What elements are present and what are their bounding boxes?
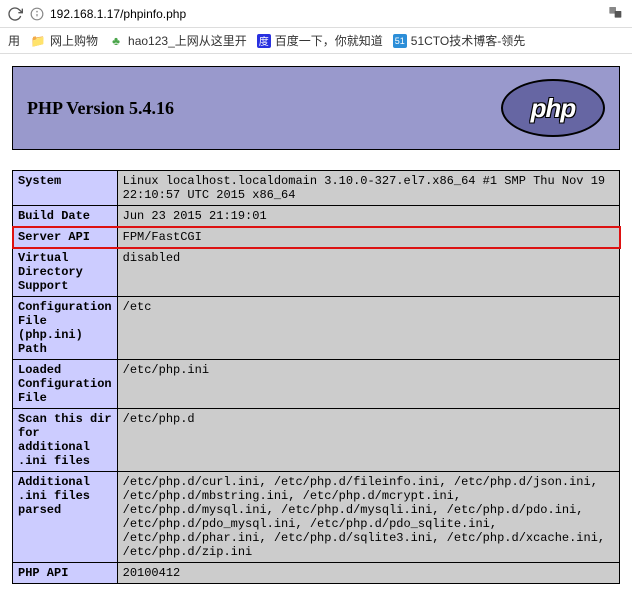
php-logo: php xyxy=(501,79,605,137)
table-row-highlighted: Server API FPM/FastCGI xyxy=(13,227,620,248)
row-value: disabled xyxy=(117,248,619,297)
row-value: Jun 23 2015 21:19:01 xyxy=(117,206,619,227)
table-row: Virtual Directory Support disabled xyxy=(13,248,620,297)
url-bar[interactable]: 192.168.1.17/phpinfo.php xyxy=(30,7,602,21)
bookmark-label: hao123_上网从这里开 xyxy=(128,32,247,49)
reload-button[interactable] xyxy=(6,5,24,23)
bookmark-shopping[interactable]: 📁 网上购物 xyxy=(30,32,98,49)
cto-icon: 51 xyxy=(393,34,407,48)
table-row: System Linux localhost.localdomain 3.10.… xyxy=(13,171,620,206)
translate-button[interactable] xyxy=(608,5,626,23)
table-row: Build Date Jun 23 2015 21:19:01 xyxy=(13,206,620,227)
translate-icon xyxy=(608,5,624,21)
table-row: Additional .ini files parsed /etc/php.d/… xyxy=(13,472,620,563)
browser-toolbar: 192.168.1.17/phpinfo.php xyxy=(0,0,632,28)
row-label: Server API xyxy=(13,227,118,248)
row-value: FPM/FastCGI xyxy=(117,227,619,248)
bookmark-label: 网上购物 xyxy=(50,32,98,49)
row-value: /etc xyxy=(117,297,619,360)
php-logo-text: php xyxy=(531,93,576,124)
reload-icon xyxy=(7,6,23,22)
phpinfo-table: System Linux localhost.localdomain 3.10.… xyxy=(12,170,620,584)
page-title: PHP Version 5.4.16 xyxy=(27,98,174,119)
bookmark-hao123[interactable]: ♣ hao123_上网从这里开 xyxy=(108,32,247,49)
bookmarks-bar: 用 📁 网上购物 ♣ hao123_上网从这里开 度 百度一下，你就知道 51 … xyxy=(0,28,632,54)
bookmark-baidu[interactable]: 度 百度一下，你就知道 xyxy=(257,32,383,49)
folder-icon: 📁 xyxy=(30,33,46,49)
bookmark-51cto[interactable]: 51 51CTO技术博客-领先 xyxy=(393,32,525,49)
baidu-icon: 度 xyxy=(257,34,271,48)
bookmark-apps[interactable]: 用 xyxy=(8,32,20,49)
row-value: /etc/php.ini xyxy=(117,360,619,409)
table-row: Configuration File (php.ini) Path /etc xyxy=(13,297,620,360)
row-label: System xyxy=(13,171,118,206)
table-row: Scan this dir for additional .ini files … xyxy=(13,409,620,472)
bookmark-label: 51CTO技术博客-领先 xyxy=(411,32,525,49)
row-label: Scan this dir for additional .ini files xyxy=(13,409,118,472)
hao123-icon: ♣ xyxy=(108,33,124,49)
row-value: Linux localhost.localdomain 3.10.0-327.e… xyxy=(117,171,619,206)
table-row: Loaded Configuration File /etc/php.ini xyxy=(13,360,620,409)
row-label: Additional .ini files parsed xyxy=(13,472,118,563)
bookmark-label: 百度一下，你就知道 xyxy=(275,32,383,49)
page-content: PHP Version 5.4.16 php System Linux loca… xyxy=(0,54,632,596)
table-row: PHP API 20100412 xyxy=(13,563,620,584)
row-label: Build Date xyxy=(13,206,118,227)
row-value: /etc/php.d/curl.ini, /etc/php.d/fileinfo… xyxy=(117,472,619,563)
row-value: /etc/php.d xyxy=(117,409,619,472)
url-text: 192.168.1.17/phpinfo.php xyxy=(50,7,186,21)
row-label: PHP API xyxy=(13,563,118,584)
phpinfo-header: PHP Version 5.4.16 php xyxy=(12,66,620,150)
row-label: Loaded Configuration File xyxy=(13,360,118,409)
row-label: Virtual Directory Support xyxy=(13,248,118,297)
row-label: Configuration File (php.ini) Path xyxy=(13,297,118,360)
row-value: 20100412 xyxy=(117,563,619,584)
info-icon xyxy=(30,7,44,21)
